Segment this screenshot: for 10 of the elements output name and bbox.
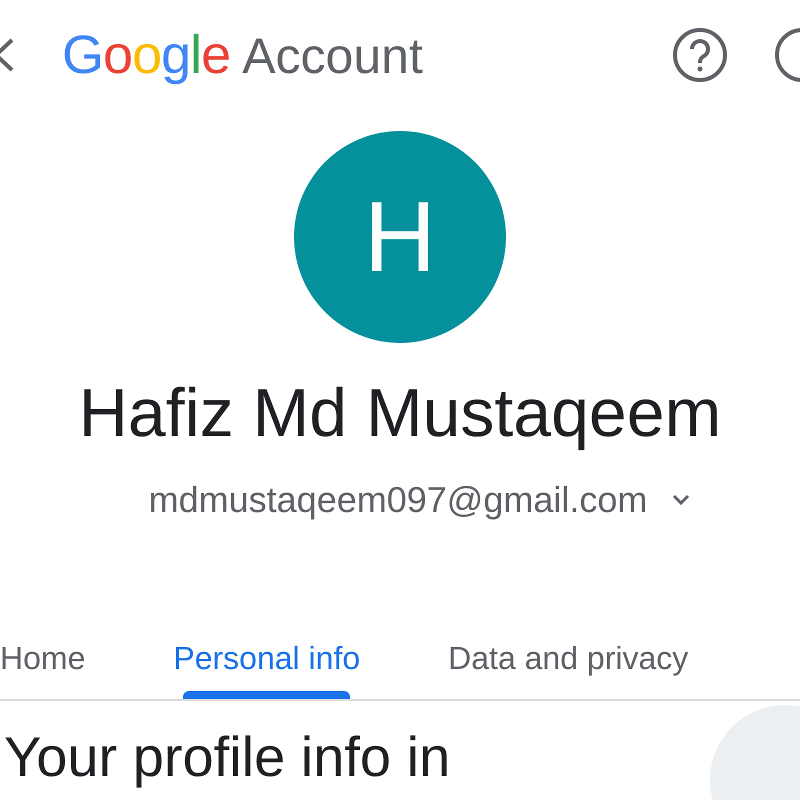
header-title: Account [242, 26, 423, 86]
help-icon[interactable] [672, 27, 728, 83]
section-heading: Your profile info in [4, 727, 450, 787]
tab[interactable]: Personal info [129, 617, 404, 699]
google-logo: Google [62, 24, 230, 86]
account-email: mdmustaqeem097@gmail.com [148, 478, 648, 522]
tab[interactable]: Data and privacy [404, 617, 732, 699]
tab[interactable]: Home [0, 617, 130, 699]
avatar[interactable]: H [294, 131, 506, 343]
caret-icon[interactable] [671, 493, 692, 507]
